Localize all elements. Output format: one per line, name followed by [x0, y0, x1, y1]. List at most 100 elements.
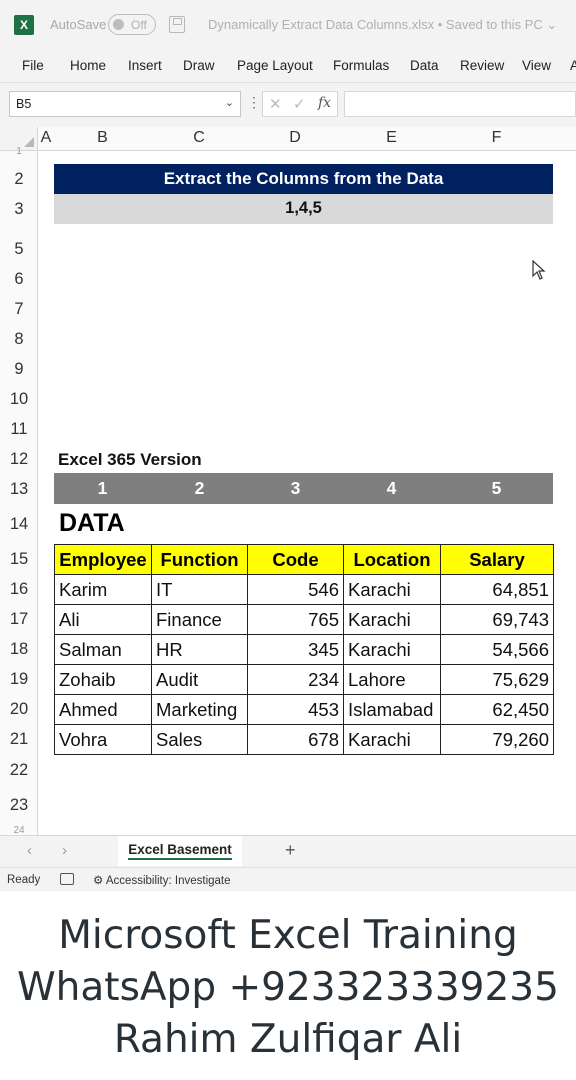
tab-insert[interactable]: Insert — [128, 58, 162, 73]
cell-function[interactable]: Finance — [151, 604, 248, 635]
macro-recorder-icon[interactable] — [60, 873, 74, 885]
row-header-12[interactable]: 12 — [0, 450, 38, 469]
cell-function[interactable]: Sales — [151, 724, 248, 755]
cell-salary[interactable]: 79,260 — [440, 724, 554, 755]
column-header-a[interactable]: A — [38, 127, 54, 151]
header-function[interactable]: Function — [151, 544, 248, 575]
column-header-f[interactable]: F — [440, 127, 553, 151]
cell-salary[interactable]: 69,743 — [440, 604, 554, 635]
cell-employee[interactable]: Vohra — [54, 724, 152, 755]
table-row: Vohra Sales 678 Karachi 79,260 — [54, 724, 554, 755]
data-title[interactable]: DATA — [59, 509, 125, 538]
cell-code[interactable]: 765 — [247, 604, 344, 635]
cell-code[interactable]: 234 — [247, 664, 344, 695]
cell-code[interactable]: 546 — [247, 574, 344, 605]
cell-employee[interactable]: Karim — [54, 574, 152, 605]
cell-employee[interactable]: Zohaib — [54, 664, 152, 695]
cell-location[interactable]: Karachi — [343, 604, 441, 635]
banner-title-cell[interactable]: Extract the Columns from the Data — [54, 164, 553, 194]
row-header-11[interactable]: 11 — [0, 420, 38, 439]
row-header-23[interactable]: 23 — [0, 796, 38, 815]
tab-review[interactable]: Review — [460, 58, 504, 73]
row-header-14[interactable]: 14 — [0, 515, 38, 534]
row-header-19[interactable]: 19 — [0, 670, 38, 689]
accessibility-status[interactable]: ⚙ Accessibility: Investigate — [93, 873, 231, 887]
column-header-b[interactable]: B — [54, 127, 151, 151]
cell-code[interactable]: 453 — [247, 694, 344, 725]
row-header-9[interactable]: 9 — [0, 360, 38, 379]
cell-employee[interactable]: Ali — [54, 604, 152, 635]
header-employee[interactable]: Employee — [54, 544, 152, 575]
header-location[interactable]: Location — [343, 544, 441, 575]
enter-icon[interactable]: ✓ — [293, 95, 306, 113]
tab-overflow[interactable]: A — [570, 58, 576, 73]
cell-code[interactable]: 678 — [247, 724, 344, 755]
formula-input[interactable] — [344, 91, 576, 117]
name-box[interactable]: B5 ⌄ — [9, 91, 241, 117]
column-header-e[interactable]: E — [343, 127, 440, 151]
excel-app-icon: X — [14, 15, 34, 35]
row-header-21[interactable]: 21 — [0, 730, 38, 749]
more-vertical-icon[interactable]: ⋮ — [247, 94, 261, 111]
worksheet-grid[interactable]: A B C D E F 1 2 3 5 6 7 8 9 10 11 12 13 … — [0, 127, 576, 835]
cell-salary[interactable]: 75,629 — [440, 664, 554, 695]
tab-file[interactable]: File — [22, 58, 44, 73]
cell-function[interactable]: Audit — [151, 664, 248, 695]
tab-data[interactable]: Data — [410, 58, 439, 73]
cell-employee[interactable]: Ahmed — [54, 694, 152, 725]
cell-code[interactable]: 345 — [247, 634, 344, 665]
autosave-toggle[interactable]: Off — [108, 14, 156, 35]
row-header-24[interactable]: 24 — [0, 825, 38, 835]
document-title[interactable]: Dynamically Extract Data Columns.xlsx • … — [208, 17, 557, 33]
cell-location[interactable]: Karachi — [343, 634, 441, 665]
row-header-17[interactable]: 17 — [0, 610, 38, 629]
cancel-icon[interactable]: ✕ — [269, 95, 282, 113]
table-row: Zohaib Audit 234 Lahore 75,629 — [54, 664, 554, 695]
row-header-8[interactable]: 8 — [0, 330, 38, 349]
save-icon[interactable] — [169, 16, 185, 33]
tab-draw[interactable]: Draw — [183, 58, 215, 73]
row-header-15[interactable]: 15 — [0, 550, 38, 569]
row-header-16[interactable]: 16 — [0, 580, 38, 599]
row-header-6[interactable]: 6 — [0, 270, 38, 289]
row-header-22[interactable]: 22 — [0, 761, 38, 780]
chevron-right-icon[interactable]: › — [62, 842, 67, 859]
cell-salary[interactable]: 54,566 — [440, 634, 554, 665]
tab-formulas[interactable]: Formulas — [333, 58, 389, 73]
row-header-3[interactable]: 3 — [0, 200, 38, 219]
row-header-7[interactable]: 7 — [0, 300, 38, 319]
cell-salary[interactable]: 62,450 — [440, 694, 554, 725]
row-header-18[interactable]: 18 — [0, 640, 38, 659]
cell-location[interactable]: Karachi — [343, 574, 441, 605]
row-header-2[interactable]: 2 — [0, 170, 38, 189]
tab-view[interactable]: View — [522, 58, 551, 73]
column-header-d[interactable]: D — [247, 127, 343, 151]
tab-page-layout[interactable]: Page Layout — [237, 58, 313, 73]
row-header-1[interactable]: 1 — [0, 146, 38, 157]
version-label[interactable]: Excel 365 Version — [58, 450, 202, 470]
chevron-left-icon[interactable]: ‹ — [27, 842, 32, 859]
banner-value-cell[interactable]: 1,4,5 — [54, 194, 553, 224]
row-header-10[interactable]: 10 — [0, 390, 38, 409]
column-number-row[interactable]: 1 2 3 4 5 — [54, 473, 553, 504]
cell-location[interactable]: Karachi — [343, 724, 441, 755]
insert-function-icon[interactable]: fx — [318, 95, 331, 111]
cell-function[interactable]: IT — [151, 574, 248, 605]
cell-location[interactable]: Islamabad — [343, 694, 441, 725]
cell-employee[interactable]: Salman — [54, 634, 152, 665]
header-code[interactable]: Code — [247, 544, 344, 575]
row-header-5[interactable]: 5 — [0, 240, 38, 259]
cell-function[interactable]: Marketing — [151, 694, 248, 725]
row-header-13[interactable]: 13 — [0, 480, 38, 499]
tab-home[interactable]: Home — [70, 58, 106, 73]
header-salary[interactable]: Salary — [440, 544, 554, 575]
chevron-down-icon[interactable]: ⌄ — [225, 96, 234, 109]
autosave-label: AutoSave — [50, 17, 107, 32]
cell-salary[interactable]: 64,851 — [440, 574, 554, 605]
cell-function[interactable]: HR — [151, 634, 248, 665]
column-header-c[interactable]: C — [151, 127, 247, 151]
row-header-20[interactable]: 20 — [0, 700, 38, 719]
cell-location[interactable]: Lahore — [343, 664, 441, 695]
sheet-tab-excel-basement[interactable]: Excel Basement — [118, 836, 242, 866]
add-sheet-icon[interactable]: + — [285, 840, 296, 861]
